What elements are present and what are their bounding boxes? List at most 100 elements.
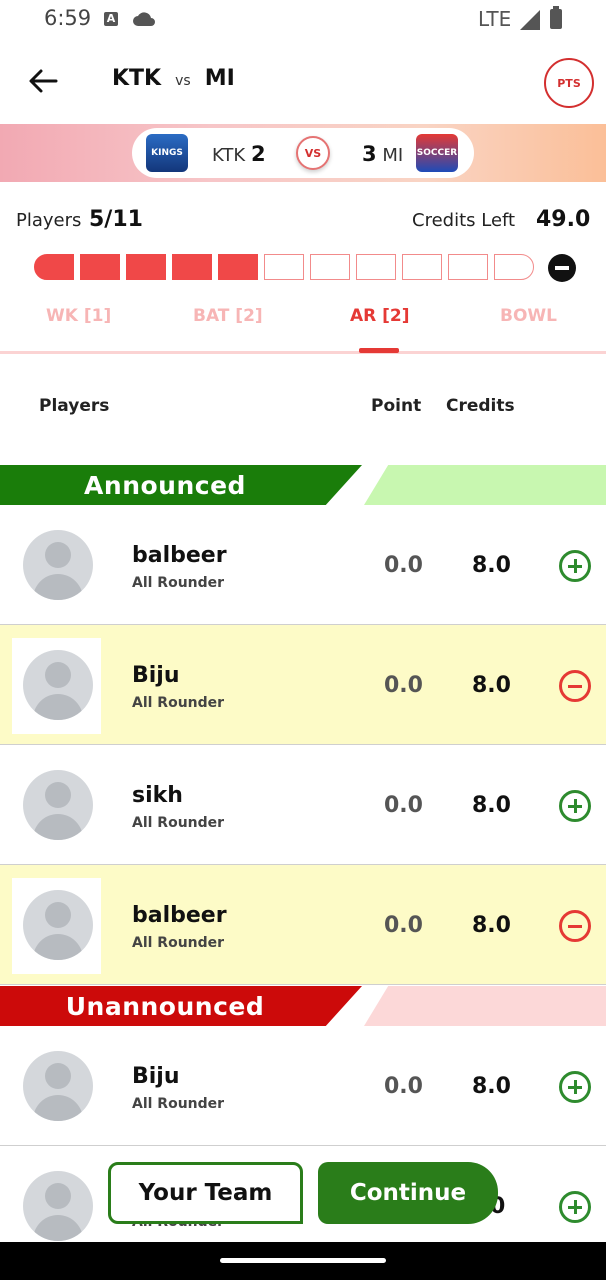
your-team-button[interactable]: Your Team — [108, 1162, 303, 1224]
tab-bowl[interactable]: BOWL — [500, 306, 557, 326]
bottom-action-bar: Your Team Continue — [0, 1162, 606, 1226]
player-point: 0.0 — [384, 793, 423, 818]
score-pill: KINGS KTK 2 VS 3 MI SOCCER — [132, 128, 474, 178]
player-name: Biju — [132, 1064, 180, 1089]
players-count-value: 5/11 — [89, 207, 143, 232]
signal-icon — [520, 10, 540, 30]
column-header-credits: Credits — [446, 396, 515, 416]
progress-segment — [356, 254, 396, 280]
avatar — [23, 1051, 93, 1121]
avatar — [23, 530, 93, 600]
tab-ar[interactable]: AR [2] — [350, 306, 410, 326]
team-a-score-group: KTK 2 — [212, 142, 266, 166]
remove-player-icon[interactable] — [559, 670, 591, 702]
avatar — [23, 770, 93, 840]
system-nav-bar — [0, 1242, 606, 1280]
network-type: LTE — [478, 7, 512, 31]
team-a-score: 2 — [250, 142, 266, 166]
announced-tail — [364, 465, 606, 505]
column-header-players: Players — [39, 396, 110, 416]
player-row[interactable]: balbeer All Rounder 0.0 8.0 — [0, 505, 606, 625]
continue-button[interactable]: Continue — [318, 1162, 498, 1224]
team-b-score-group: 3 MI — [362, 142, 403, 166]
team-b-logo: SOCCER — [416, 134, 458, 172]
team-a-name: KTK — [112, 66, 162, 91]
player-point: 0.0 — [384, 1074, 423, 1099]
team-b-short: MI — [382, 145, 404, 166]
avatar-box — [12, 878, 101, 974]
player-role: All Rounder — [132, 695, 225, 711]
progress-segment — [218, 254, 258, 280]
player-role: All Rounder — [132, 815, 225, 831]
score-banner: KINGS KTK 2 VS 3 MI SOCCER — [0, 124, 606, 182]
unannounced-section-header: Unannounced — [0, 986, 606, 1026]
team-a-logo: KINGS — [146, 134, 188, 172]
avatar-box — [12, 758, 101, 854]
status-time: 6:59 — [44, 6, 92, 30]
players-count-label: Players — [16, 210, 82, 231]
player-credits: 8.0 — [472, 1074, 511, 1099]
player-name: balbeer — [132, 543, 227, 568]
player-point: 0.0 — [384, 553, 423, 578]
player-name: Biju — [132, 663, 180, 688]
active-tab-indicator — [359, 348, 399, 353]
column-header-point: Point — [371, 396, 422, 416]
team-b-score: 3 — [362, 142, 377, 166]
player-point: 0.0 — [384, 673, 423, 698]
player-row[interactable]: Biju All Rounder 0.0 8.0 — [0, 625, 606, 745]
credits-left-value: 49.0 — [536, 207, 591, 232]
avatar-box — [12, 1039, 101, 1135]
credits-left-label: Credits Left — [412, 210, 516, 231]
tab-wk[interactable]: WK [1] — [46, 306, 111, 326]
selection-progress-bar — [34, 254, 534, 280]
unannounced-tail — [364, 986, 606, 1026]
progress-segment — [80, 254, 120, 280]
avatar — [23, 650, 93, 720]
tab-bat[interactable]: BAT [2] — [193, 306, 263, 326]
progress-segment — [34, 254, 74, 280]
team-a-short: KTK — [212, 145, 246, 166]
progress-segment — [126, 254, 166, 280]
home-indicator[interactable] — [220, 1258, 386, 1263]
player-role: All Rounder — [132, 935, 225, 951]
player-row[interactable]: sikh All Rounder 0.0 8.0 — [0, 745, 606, 865]
battery-icon — [550, 6, 562, 29]
notification-a-icon: A — [104, 12, 118, 26]
add-player-icon[interactable] — [559, 550, 591, 582]
player-name: sikh — [132, 783, 183, 808]
player-credits: 8.0 — [472, 553, 511, 578]
progress-segment — [310, 254, 350, 280]
back-arrow-icon[interactable] — [26, 64, 60, 98]
player-row[interactable]: balbeer All Rounder 0.0 8.0 — [0, 865, 606, 985]
role-tabs: WK [1] BAT [2] AR [2] BOWL — [0, 296, 606, 354]
points-button[interactable]: PTS — [544, 58, 594, 108]
announced-label: Announced — [0, 465, 362, 505]
progress-segment — [402, 254, 442, 280]
app-header: KTK vs MI PTS — [0, 44, 606, 118]
add-player-icon[interactable] — [559, 790, 591, 822]
player-name: balbeer — [132, 903, 227, 928]
avatar-box — [12, 638, 101, 734]
progress-segment — [172, 254, 212, 280]
avatar-box — [12, 518, 101, 614]
player-point: 0.0 — [384, 913, 423, 938]
remove-player-icon[interactable] — [559, 910, 591, 942]
clear-selection-icon[interactable] — [548, 254, 576, 282]
unannounced-label: Unannounced — [0, 986, 362, 1026]
progress-segment — [448, 254, 488, 280]
vs-badge: VS — [296, 136, 330, 170]
player-role: All Rounder — [132, 575, 225, 591]
team-b-name: MI — [204, 66, 235, 91]
player-credits: 8.0 — [472, 793, 511, 818]
progress-segment — [494, 254, 534, 280]
progress-segment — [264, 254, 304, 280]
status-bar: 6:59 A LTE — [0, 0, 606, 40]
add-player-icon[interactable] — [559, 1071, 591, 1103]
match-title: KTK vs MI — [112, 66, 235, 91]
player-role: All Rounder — [132, 1096, 225, 1112]
vs-text: vs — [175, 73, 191, 89]
player-row[interactable]: Biju All Rounder 0.0 8.0 — [0, 1026, 606, 1146]
player-credits: 8.0 — [472, 913, 511, 938]
announced-section-header: Announced — [0, 465, 606, 505]
avatar — [23, 890, 93, 960]
